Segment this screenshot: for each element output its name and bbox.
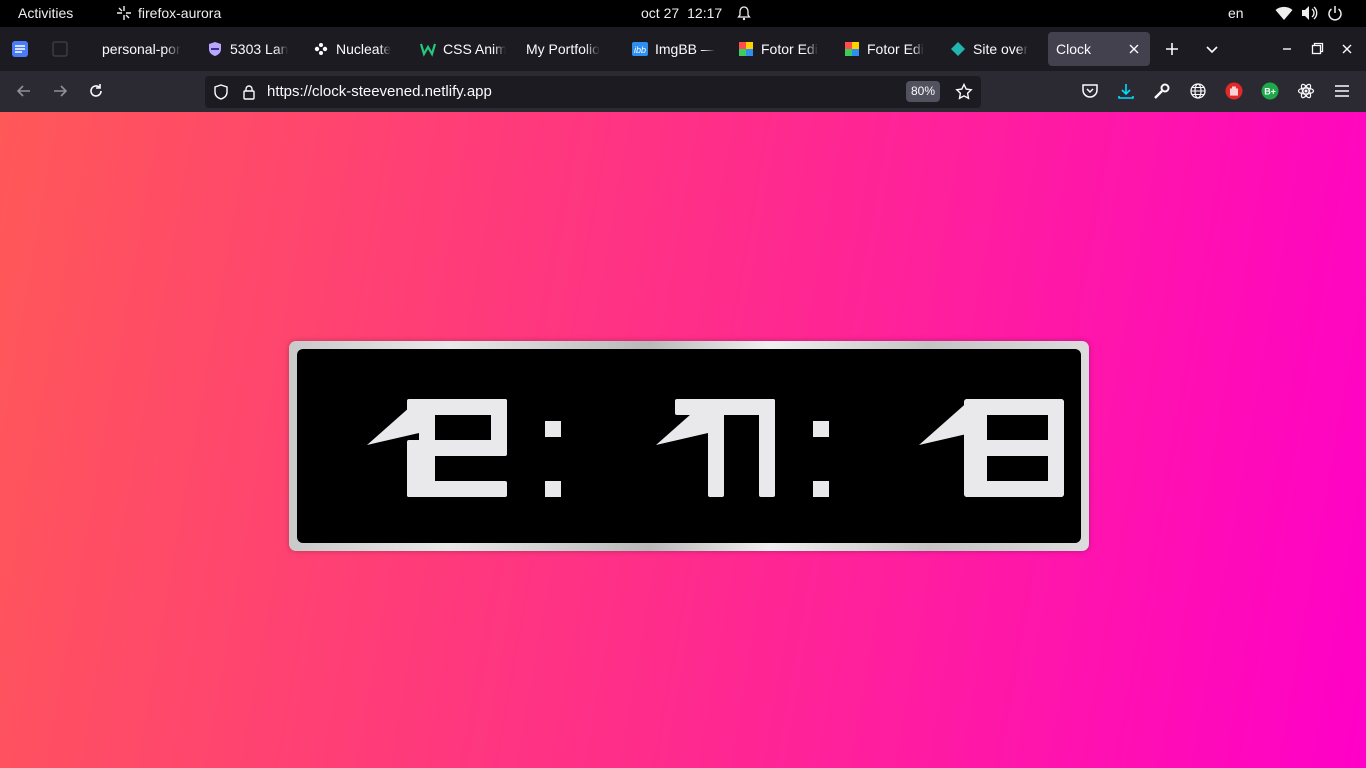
nucleate-icon [313, 41, 329, 57]
tracking-protection-shield-icon[interactable] [213, 84, 229, 100]
downloads-icon[interactable] [1117, 82, 1135, 100]
tab-title: personal-por [102, 41, 181, 57]
time-label: 12:17 [687, 5, 723, 21]
reload-icon[interactable] [87, 82, 105, 100]
tab-5303-lan[interactable]: 5303 Lan [201, 32, 293, 66]
app-name: firefox-aurora [138, 5, 222, 21]
bookmark-star-icon[interactable] [955, 82, 973, 101]
netlify-diamond-icon [950, 41, 966, 57]
minimize-icon[interactable] [1278, 40, 1296, 58]
svg-text:ibb: ibb [634, 45, 646, 55]
tab-title: ImgBB — [655, 41, 715, 57]
restore-icon[interactable] [1308, 40, 1326, 58]
page-background [0, 112, 1366, 768]
tab-title: 5303 Lan [230, 41, 289, 57]
new-tab-icon[interactable] [1163, 40, 1181, 58]
shield-purple-icon [207, 41, 223, 57]
clock-frame [289, 341, 1089, 551]
ibb-icon: ibb [632, 41, 648, 57]
tab-fotor-editor-2[interactable]: Fotor Edi [838, 32, 930, 66]
volume-icon [1301, 5, 1318, 21]
clock-digit-8 [964, 399, 1064, 497]
close-window-icon[interactable] [1338, 40, 1356, 58]
lock-icon[interactable] [241, 84, 257, 100]
svg-text:B+: B+ [1264, 87, 1276, 97]
tab-overview-icon[interactable] [51, 40, 69, 58]
navigation-bar: https://clock-steevened.netlify.app 80% … [0, 71, 1366, 112]
firefox-aurora-icon [116, 5, 132, 21]
date-time[interactable]: oct 27 12:17 [641, 5, 752, 21]
url-bar[interactable]: https://clock-steevened.netlify.app 80% [205, 76, 981, 108]
tab-title: Fotor Edi [761, 41, 818, 57]
url-text[interactable]: https://clock-steevened.netlify.app [267, 83, 492, 100]
date-label: oct 27 [641, 5, 680, 21]
activities-button[interactable]: Activities [18, 5, 73, 21]
colon-separator [545, 421, 561, 497]
tab-title: Nucleate [336, 41, 392, 57]
tab-nucleate[interactable]: Nucleate [307, 32, 407, 66]
sidebar-docs-icon[interactable] [11, 40, 29, 58]
tab-title: Clock [1056, 41, 1092, 57]
fotor-icon [738, 41, 754, 57]
fotor-icon [844, 41, 860, 57]
app-menu[interactable]: firefox-aurora [116, 5, 221, 21]
w-green-icon [420, 41, 436, 57]
tab-site-overview[interactable]: Site over [944, 32, 1036, 66]
system-tray[interactable] [1275, 5, 1343, 21]
clock-digit-2 [407, 399, 507, 497]
pocket-icon[interactable] [1081, 82, 1099, 100]
tab-strip: personal-por 5303 Lan Nucleate CSS Anim … [0, 27, 1366, 71]
adblock-hand-icon[interactable] [1225, 82, 1243, 100]
zoom-level-badge[interactable]: 80% [906, 81, 941, 102]
system-top-bar: Activities firefox-aurora oct 27 12:17 e… [0, 0, 1366, 27]
tab-title: Fotor Edi [867, 41, 924, 57]
list-tabs-chevron-down-icon[interactable] [1203, 40, 1221, 58]
tab-personal-portfolio[interactable]: personal-por [96, 32, 188, 66]
colon-separator [813, 421, 829, 497]
hamburger-menu-icon[interactable] [1333, 82, 1351, 100]
tab-clock[interactable]: Clock [1048, 32, 1150, 66]
tab-css-animation[interactable]: CSS Anim [414, 32, 506, 66]
forward-arrow-icon[interactable] [51, 82, 69, 100]
tab-fotor-editor-1[interactable]: Fotor Edi [732, 32, 824, 66]
globe-icon[interactable] [1189, 82, 1207, 100]
tab-imgbb[interactable]: ibb ImgBB — [626, 32, 718, 66]
tab-title: Site over [973, 41, 1029, 57]
b-plus-extension-icon[interactable]: B+ [1261, 82, 1279, 100]
bell-icon [736, 5, 752, 21]
language-indicator[interactable]: en [1228, 5, 1244, 21]
power-icon [1327, 5, 1343, 21]
close-tab-icon[interactable] [1126, 41, 1142, 57]
digital-clock-display [297, 349, 1081, 543]
tab-my-portfolio[interactable]: My Portfolio [520, 32, 620, 66]
react-atom-icon[interactable] [1297, 82, 1315, 100]
tab-title: CSS Anim [443, 41, 506, 57]
wifi-icon [1275, 5, 1293, 21]
back-arrow-icon[interactable] [15, 82, 33, 100]
tab-title: My Portfolio [526, 41, 600, 57]
clock-digits [367, 399, 1064, 497]
clock-digit-7 [675, 399, 775, 497]
wrench-icon[interactable] [1153, 82, 1171, 100]
